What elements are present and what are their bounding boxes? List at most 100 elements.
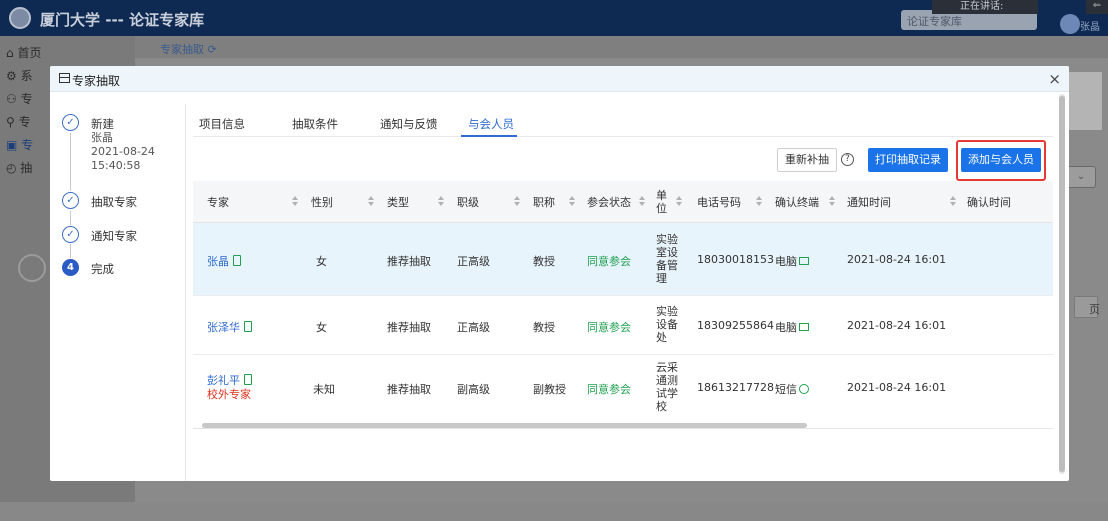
sidebar-item-system[interactable]: ⚙ 系 <box>6 67 33 84</box>
notify-time-cell: 2021-08-24 16:01 <box>847 253 947 266</box>
dept-cell: 云采通测试学校 <box>656 361 678 413</box>
page-suffix: 页 <box>1089 303 1100 316</box>
monitor-icon <box>799 323 809 331</box>
phone-cell: 18613217728 <box>697 381 774 394</box>
chevron-down-icon[interactable]: ⌄ <box>1066 166 1096 188</box>
active-tab-indicator <box>461 135 517 137</box>
expert-name-cell: 彭礼平 校外专家 <box>207 374 252 402</box>
phone-icon <box>244 321 252 332</box>
sort-icon[interactable] <box>292 196 298 207</box>
modal-header: 专家抽取 × <box>50 66 1069 92</box>
step-label-new: 新建 <box>91 117 114 131</box>
phone-icon <box>244 374 252 385</box>
step-connector <box>70 133 71 191</box>
close-button[interactable]: × <box>1048 70 1061 88</box>
sort-icon[interactable] <box>950 196 956 207</box>
expert-name-cell: 张泽华 <box>207 319 252 335</box>
vertical-scrollbar[interactable] <box>1059 94 1065 474</box>
terminal-cell: 电脑 <box>775 253 809 269</box>
check-circle-icon: ✓ <box>62 192 79 209</box>
sidebar-item-draw[interactable]: ◴ 抽 <box>6 159 32 176</box>
attendee-table: 专家 性别 类型 职级 职称 参会状态 单位 电话号码 确认终端 通知时间 确认… <box>193 181 1053 429</box>
modal-title: 专家抽取 <box>72 74 121 88</box>
decorative-emblem-icon <box>18 254 46 282</box>
column-header-status: 参会状态 <box>587 196 631 209</box>
phone-cell: 18309255864 <box>697 319 774 332</box>
highlight-annotation <box>956 140 1046 181</box>
rank-cell: 副高级 <box>457 383 490 396</box>
table-header: 专家 性别 类型 职级 职称 参会状态 单位 电话号码 确认终端 通知时间 确认… <box>193 181 1053 223</box>
window-icon <box>59 73 70 83</box>
tab-attendees[interactable]: 与会人员 <box>468 116 514 132</box>
terminal-cell: 短信 <box>775 381 809 397</box>
monitor-icon <box>799 257 809 265</box>
dept-cell: 实验室设备管理 <box>656 233 678 285</box>
sort-icon[interactable] <box>368 196 374 207</box>
gender-cell: 女 <box>316 321 327 334</box>
column-header-confirm-time: 确认时间 <box>967 196 1011 209</box>
dept-cell: 实验设备处 <box>656 305 678 344</box>
status-cell: 同意参会 <box>587 321 631 334</box>
sort-icon[interactable] <box>676 196 682 207</box>
step-label-notify: 通知专家 <box>91 229 137 243</box>
refresh-icon[interactable]: ⟳ <box>208 43 217 56</box>
university-logo <box>9 7 31 29</box>
scrollbar-thumb[interactable] <box>1059 96 1065 472</box>
sort-icon[interactable] <box>829 196 835 207</box>
sidebar-item-expert-b[interactable]: ⚲ 专 <box>6 113 31 130</box>
sidebar-item-home[interactable]: ⌂ 首页 <box>6 44 41 61</box>
avatar[interactable] <box>1060 14 1080 34</box>
step-label-draw: 抽取专家 <box>91 195 137 209</box>
notify-time-cell: 2021-08-24 16:01 <box>847 319 947 332</box>
gender-cell: 未知 <box>313 383 335 396</box>
column-header-title: 职称 <box>533 196 555 209</box>
sort-icon[interactable] <box>569 196 575 207</box>
table-row[interactable]: 张晶 女 推荐抽取 正高级 教授 同意参会 实验室设备管理 1803001815… <box>193 223 1053 296</box>
sort-icon[interactable] <box>438 196 444 207</box>
page-tab-strip <box>135 36 1108 58</box>
expert-name-link[interactable]: 彭礼平 <box>207 374 240 387</box>
sms-icon <box>799 384 809 394</box>
sort-icon[interactable] <box>514 196 520 207</box>
column-header-terminal: 确认终端 <box>775 196 819 209</box>
column-header-rank: 职级 <box>457 196 479 209</box>
phone-icon <box>233 255 241 266</box>
share-icon[interactable]: ⇐ <box>1086 0 1108 14</box>
bottom-bar <box>0 502 1108 521</box>
user-name: 张晶 <box>1080 22 1100 33</box>
column-header-gender: 性别 <box>311 196 333 209</box>
table-row[interactable]: 张泽华 女 推荐抽取 正高级 教授 同意参会 实验设备处 18309255864… <box>193 296 1053 355</box>
type-cell: 推荐抽取 <box>387 383 431 396</box>
divider <box>185 104 186 481</box>
resupply-button[interactable]: 重新补抽 <box>777 148 837 172</box>
sort-icon[interactable] <box>756 196 762 207</box>
table-row[interactable]: 彭礼平 校外专家 未知 推荐抽取 副高级 副教授 同意参会 云采通测试学校 18… <box>193 355 1053 428</box>
title-cell: 副教授 <box>533 383 566 396</box>
help-icon[interactable]: ? <box>841 153 854 166</box>
column-header-notify-time: 通知时间 <box>847 196 891 209</box>
sort-icon[interactable] <box>639 196 645 207</box>
horizontal-scrollbar[interactable] <box>202 423 807 428</box>
expert-name-link[interactable]: 张晶 <box>207 255 229 268</box>
top-bar: 厦门大学 --- 论证专家库 论证专家库 正在讲话: 张晶 ⇐ <box>0 0 1108 36</box>
breadcrumb[interactable]: 专家抽取 ⟳ <box>160 41 217 57</box>
tab-project-info[interactable]: 项目信息 <box>199 116 245 132</box>
step-time: 15:40:58 <box>91 159 141 172</box>
column-header-dept: 单位 <box>656 189 667 215</box>
gender-cell: 女 <box>316 255 327 268</box>
sidebar-item-expert-a[interactable]: ⚇ 专 <box>6 90 33 107</box>
print-record-button[interactable]: 打印抽取记录 <box>868 148 948 172</box>
tab-notify-feedback[interactable]: 通知与反馈 <box>380 116 438 132</box>
status-cell: 同意参会 <box>587 255 631 268</box>
external-expert-tag: 校外专家 <box>207 388 251 401</box>
expert-draw-modal: 专家抽取 × ✓ 新建 张晶 2021-08-24 15:40:58 ✓ 抽取专… <box>50 66 1069 481</box>
speaking-indicator: 正在讲话: <box>932 0 1038 14</box>
status-cell: 同意参会 <box>587 383 631 396</box>
expert-name-link[interactable]: 张泽华 <box>207 321 240 334</box>
type-cell: 推荐抽取 <box>387 321 431 334</box>
column-header-phone: 电话号码 <box>697 196 741 209</box>
notify-time-cell: 2021-08-24 16:01 <box>847 381 947 394</box>
tab-draw-conditions[interactable]: 抽取条件 <box>292 116 338 132</box>
sidebar-item-expert-c[interactable]: ▣ 专 <box>6 136 33 153</box>
step-label-done: 完成 <box>91 262 114 276</box>
